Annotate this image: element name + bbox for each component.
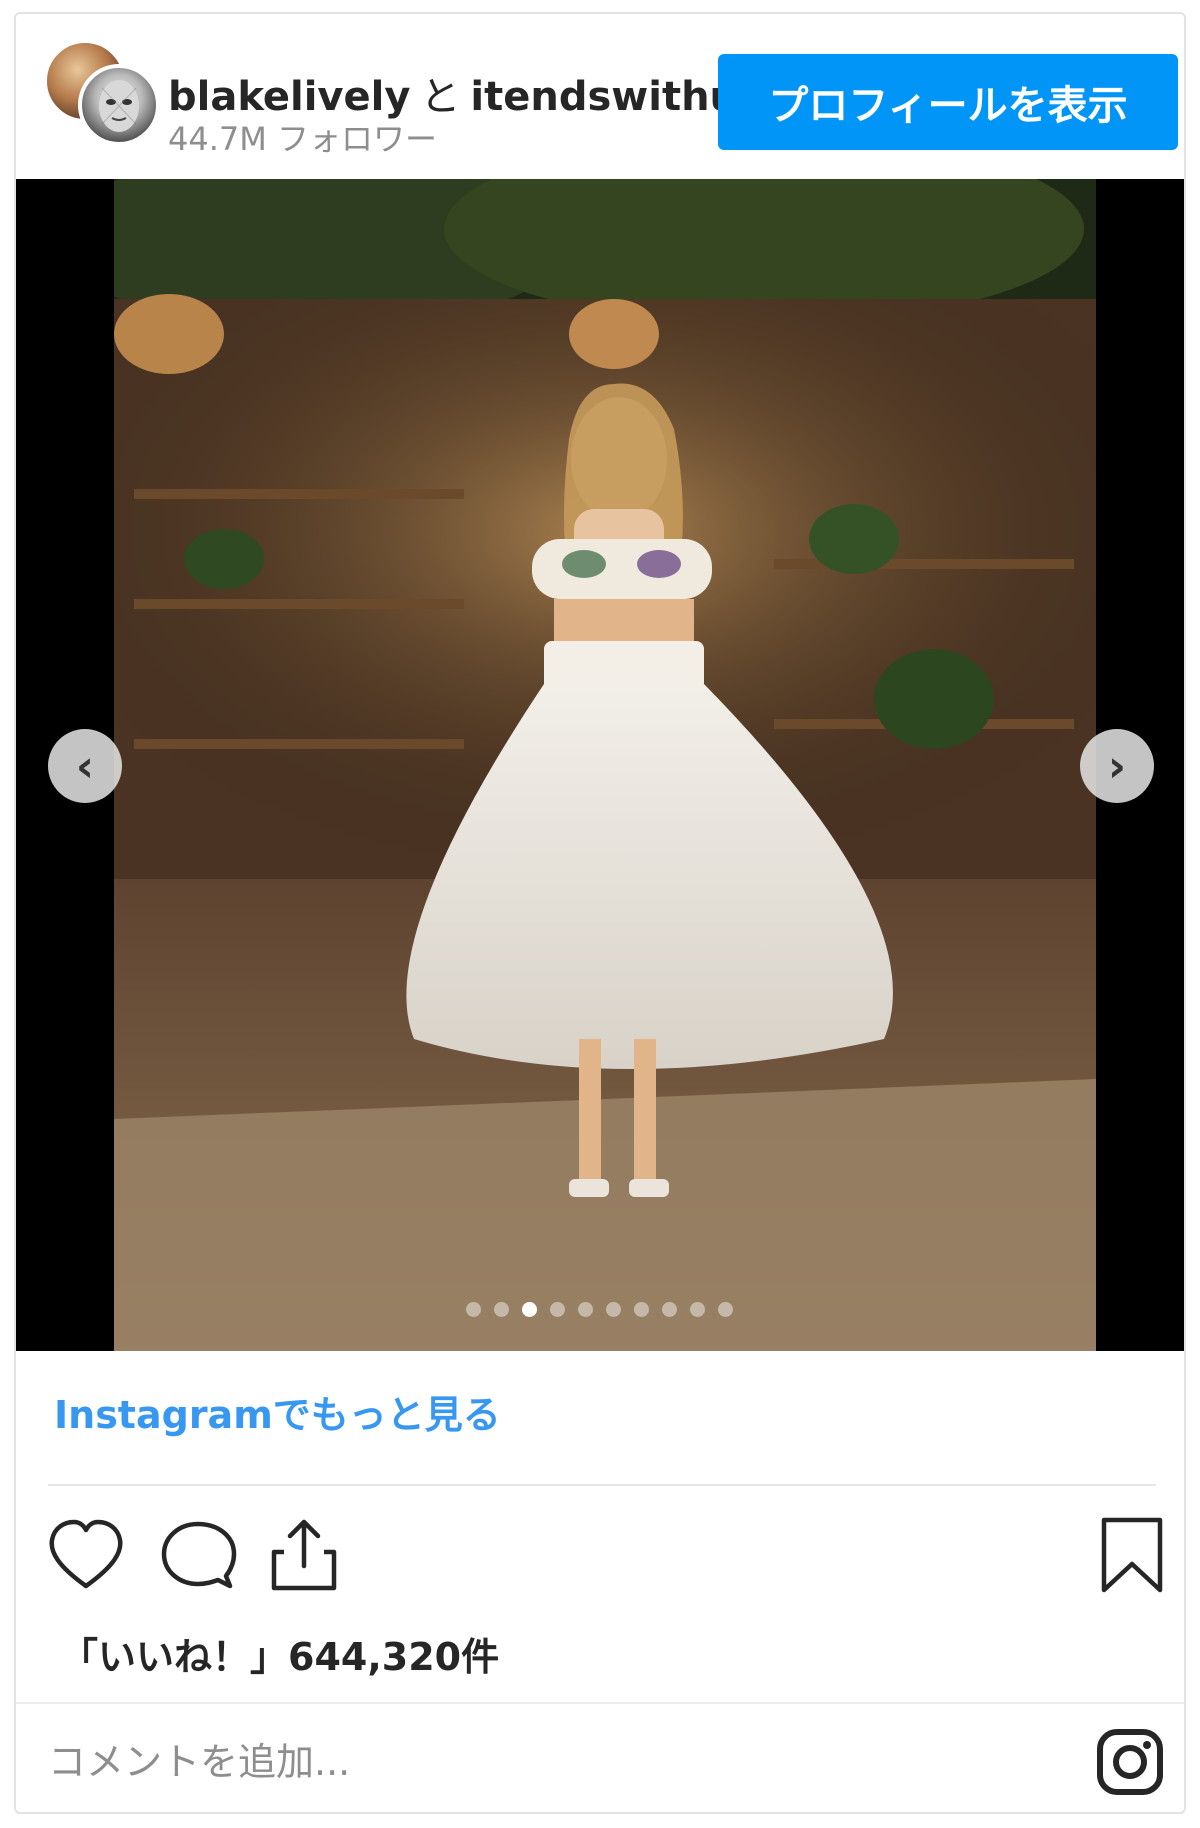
like-button[interactable] [44,1514,128,1598]
chevron-left-icon: ‹ [75,740,95,792]
follower-count: 44.7M フォロワー [168,120,438,158]
post-photo-carousel[interactable]: ‹ › [16,179,1184,1351]
carousel-dot [578,1302,593,1317]
more-on-instagram-link[interactable]: Instagramでもっと見る [54,1384,501,1439]
save-button[interactable] [1090,1514,1174,1598]
like-count: 「いいね！」644,320件 [60,1635,500,1679]
carousel-dot [634,1302,649,1317]
comment-button[interactable] [156,1514,240,1598]
instagram-logo-icon[interactable] [1096,1728,1164,1796]
carousel-dot [550,1302,565,1317]
carousel-dot [662,1302,677,1317]
avatar-face-art [99,80,139,132]
share-button[interactable] [262,1514,346,1598]
heart-icon [49,1519,123,1589]
instagram-glyph [1097,1729,1163,1795]
carousel-prev-button[interactable]: ‹ [48,729,122,803]
carousel-dot [606,1302,621,1317]
post-header: blakelively と itendswithus. 44.7M フォロワー プロ… [16,14,1184,179]
bookmark-icon [1101,1517,1163,1593]
share-upload-icon [271,1519,337,1591]
photo-scene [114,179,1096,1351]
carousel-next-button[interactable]: › [1080,729,1154,803]
carousel-dot [466,1302,481,1317]
carousel-dot [718,1302,733,1317]
divider [16,1702,1184,1704]
add-comment-input[interactable] [46,1726,1070,1798]
carousel-dot [690,1302,705,1317]
post-photo [114,179,1096,1351]
post-actions-bar [16,1514,1184,1614]
carousel-dot [522,1302,537,1317]
carousel-page-indicator [466,1302,733,1317]
speech-bubble-icon [161,1521,237,1589]
chevron-right-icon: › [1107,740,1127,792]
view-profile-button[interactable]: プロフィールを表示 [718,54,1178,150]
avatar-secondary[interactable] [78,64,160,146]
divider [48,1484,1156,1486]
carousel-dot [494,1302,509,1317]
instagram-embed-card: blakelively と itendswithus. 44.7M フォロワー プロ… [14,12,1186,1814]
